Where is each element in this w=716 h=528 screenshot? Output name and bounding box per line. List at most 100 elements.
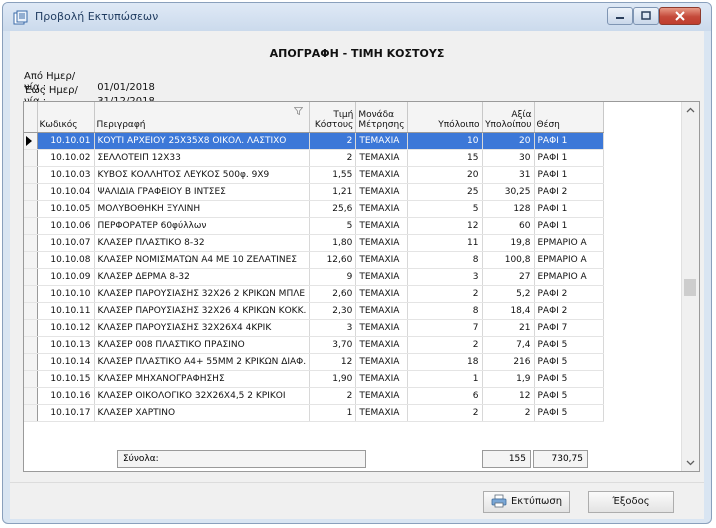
cell-location: ΡΑΦΙ 5: [534, 353, 604, 371]
cell-cost: 2: [309, 387, 357, 405]
chevron-down-icon: [686, 460, 695, 466]
table-row[interactable]: 10.10.03 ΚΥΒΟΣ ΚΟΛΛΗΤΟΣ ΛΕΥΚΟΣ 500φ. 9Χ9 1…: [24, 166, 604, 184]
vertical-scrollbar[interactable]: [681, 102, 699, 471]
scroll-thumb[interactable]: [684, 279, 696, 296]
cell-value: 60: [482, 217, 535, 235]
cell-location: ΡΑΦΙ 1: [534, 132, 604, 150]
cell-unit: ΤΕΜΑΧΙΑ: [355, 387, 408, 405]
row-indicator[interactable]: [24, 149, 38, 167]
table-row[interactable]: 10.10.06 ΠΕΡΦΟΡΑΤΕΡ 60φύλλων 5 ΤΕΜΑΧΙΑ 12 60 Ρ…: [24, 217, 604, 235]
row-indicator[interactable]: [24, 166, 38, 184]
cell-description: ΚΛΑΣΕΡ ΠΑΡΟΥΣΙΑΣΗΣ 32Χ26 4 ΚΡΙΚΩΝ ΚΟΚΚ.: [94, 302, 311, 320]
scroll-down-button[interactable]: [682, 454, 699, 471]
cell-location: ΡΑΦΙ 5: [534, 387, 604, 405]
cell-value: 27: [482, 268, 535, 286]
chevron-up-icon: [686, 107, 695, 113]
row-indicator[interactable]: [24, 336, 38, 354]
row-indicator[interactable]: [24, 302, 38, 320]
cell-code: 10.10.17: [37, 404, 95, 422]
cell-balance: 10: [407, 132, 483, 150]
row-indicator[interactable]: [24, 234, 38, 252]
table-row[interactable]: 10.10.07 ΚΛΑΣΕΡ ΠΛΑΣΤΙΚΟ 8-32 1,80 ΤΕΜΑΧΙΑ 1…: [24, 234, 604, 252]
cell-code: 10.10.07: [37, 234, 95, 252]
cell-unit: ΤΕΜΑΧΙΑ: [355, 234, 408, 252]
cell-cost: 1,55: [309, 166, 357, 184]
cell-location: ΡΑΦΙ 1: [534, 200, 604, 218]
cell-value: 100,8: [482, 251, 535, 269]
col-header-unit[interactable]: Μονάδα Μέτρησης: [355, 102, 408, 133]
row-indicator[interactable]: [24, 285, 38, 303]
col-header-location[interactable]: Θέση: [534, 102, 604, 133]
cell-code: 10.10.06: [37, 217, 95, 235]
row-indicator[interactable]: [24, 132, 38, 150]
col-header-description[interactable]: Περιγραφή: [94, 102, 311, 133]
cell-balance: 12: [407, 217, 483, 235]
totals-label: Σύνολα:: [117, 450, 366, 468]
table-row[interactable]: 10.10.02 ΣΕΛΛΟΤΕΙΠ 12Χ33 2 ΤΕΜΑΧΙΑ 15 30 ΡΑΦΙ …: [24, 149, 604, 167]
table-row[interactable]: 10.10.10 ΚΛΑΣΕΡ ΠΑΡΟΥΣΙΑΣΗΣ 32Χ26 2 ΚΡΙΚΩ…: [24, 285, 604, 303]
table-row[interactable]: 10.10.14 ΚΛΑΣΕΡ ΠΛΑΣΤΙΚΟ Α4+ 55ΜΜ 2 ΚΡΙΚΩ…: [24, 353, 604, 371]
filter-icon[interactable]: [294, 107, 304, 115]
current-row-marker-icon: [26, 136, 32, 146]
row-indicator[interactable]: [24, 200, 38, 218]
cell-cost: 3,70: [309, 336, 357, 354]
maximize-button[interactable]: [633, 7, 659, 25]
table-row[interactable]: 10.10.04 ΨΑΛΙΔΙΑ ΓΡΑΦΕΙΟΥ Β ΙΝΤΣΕΣ 1,21 ΤΕΜ…: [24, 183, 604, 201]
print-button[interactable]: Εκτύπωση: [483, 491, 570, 513]
title-bar[interactable]: Προβολή Εκτυπώσεων: [3, 3, 711, 31]
minimize-button[interactable]: [607, 7, 633, 25]
cell-balance: 2: [407, 404, 483, 422]
total-value: 730,75: [533, 450, 588, 468]
button-bar: Εκτύπωση Έξοδος: [10, 482, 704, 519]
row-indicator[interactable]: [24, 370, 38, 388]
cell-location: ΡΑΦΙ 1: [534, 217, 604, 235]
cell-unit: ΤΕΜΑΧΙΑ: [355, 149, 408, 167]
table-row[interactable]: 10.10.13 ΚΛΑΣΕΡ 008 ΠΛΑΣΤΙΚΟ ΠΡΑΣΙΝΟ 3,70 Τ…: [24, 336, 604, 354]
cell-location: ΡΑΦΙ 5: [534, 336, 604, 354]
report-icon: [13, 10, 28, 25]
window-title: Προβολή Εκτυπώσεων: [35, 10, 159, 23]
table-row[interactable]: 10.10.12 ΚΛΑΣΕΡ ΠΑΡΟΥΣΙΑΣΗΣ 32Χ26Χ4 4ΚΡΙΚ…: [24, 319, 604, 337]
exit-button[interactable]: Έξοδος: [588, 491, 674, 513]
row-indicator[interactable]: [24, 217, 38, 235]
cell-value: 216: [482, 353, 535, 371]
cell-code: 10.10.13: [37, 336, 95, 354]
table-row[interactable]: 10.10.17 ΚΛΑΣΕΡ ΧΑΡΤΙΝΟ 1 ΤΕΜΑΧΙΑ 2 2 ΡΑΦΙ 5: [24, 404, 604, 422]
cell-description: ΚΛΑΣΕΡ ΠΑΡΟΥΣΙΑΣΗΣ 32Χ26Χ4 4ΚΡΙΚ: [94, 319, 311, 337]
scroll-up-button[interactable]: [682, 102, 699, 119]
cell-code: 10.10.08: [37, 251, 95, 269]
row-indicator[interactable]: [24, 404, 38, 422]
inventory-grid[interactable]: Κωδικός Περιγραφή Τιμή Κόστους Μονάδα Μέτρ…: [23, 101, 700, 472]
cell-code: 10.10.11: [37, 302, 95, 320]
cell-balance: 15: [407, 149, 483, 167]
row-indicator[interactable]: [24, 353, 38, 371]
cell-value: 30,25: [482, 183, 535, 201]
cell-balance: 20: [407, 166, 483, 184]
row-indicator[interactable]: [24, 183, 38, 201]
cell-location: ΡΑΦΙ 7: [534, 319, 604, 337]
table-row[interactable]: 10.10.15 ΚΛΑΣΕΡ ΜΗΧΑΝΟΓΡΑΦΗΣΗΣ 1,90 ΤΕΜΑΧΙΑ…: [24, 370, 604, 388]
table-row[interactable]: 10.10.11 ΚΛΑΣΕΡ ΠΑΡΟΥΣΙΑΣΗΣ 32Χ26 4 ΚΡΙΚΩ…: [24, 302, 604, 320]
col-header-value[interactable]: Αξία Υπολοίπου: [482, 102, 535, 133]
col-header-code[interactable]: Κωδικός: [37, 102, 95, 133]
cell-unit: ΤΕΜΑΧΙΑ: [355, 268, 408, 286]
cell-code: 10.10.05: [37, 200, 95, 218]
cell-value: 128: [482, 200, 535, 218]
cell-balance: 5: [407, 200, 483, 218]
table-row[interactable]: 10.10.05 ΜΟΛΥΒΟΘΗΚΗ ΞΥΛΙΝΗ 25,6 ΤΕΜΑΧΙΑ 5 128…: [24, 200, 604, 218]
close-button[interactable]: [659, 7, 701, 25]
row-indicator[interactable]: [24, 251, 38, 269]
row-indicator[interactable]: [24, 268, 38, 286]
table-row[interactable]: 10.10.01 ΚΟΥΤΙ ΑΡΧΕΙΟΥ 25Χ35Χ8 ΟΙΚΟΛ. ΛΑΣ…: [24, 132, 604, 150]
table-row[interactable]: 10.10.08 ΚΛΑΣΕΡ ΝΟΜΙΣΜΑΤΩΝ Α4 ΜΕ 10 ΖΕΛΑΤ…: [24, 251, 604, 269]
table-row[interactable]: 10.10.16 ΚΛΑΣΕΡ ΟΙΚΟΛΟΓΙΚΟ 32Χ26Χ4,5 2 ΚΡ…: [24, 387, 604, 405]
col-header-cost[interactable]: Τιμή Κόστους: [309, 102, 357, 133]
client-area: ΑΠΟΓΡΑΦΗ - ΤΙΜΗ ΚΟΣΤΟΥΣ Από Ημερ/νία : 0…: [10, 31, 704, 519]
exit-button-label: Έξοδος: [612, 496, 650, 507]
cell-cost: 1,80: [309, 234, 357, 252]
row-indicator[interactable]: [24, 387, 38, 405]
cell-balance: 8: [407, 251, 483, 269]
table-row[interactable]: 10.10.09 ΚΛΑΣΕΡ ΔΕΡΜΑ 8-32 9 ΤΕΜΑΧΙΑ 3 27 ΕΡΜΑ…: [24, 268, 604, 286]
col-header-balance[interactable]: Υπόλοιπο: [407, 102, 483, 133]
row-indicator[interactable]: [24, 319, 38, 337]
